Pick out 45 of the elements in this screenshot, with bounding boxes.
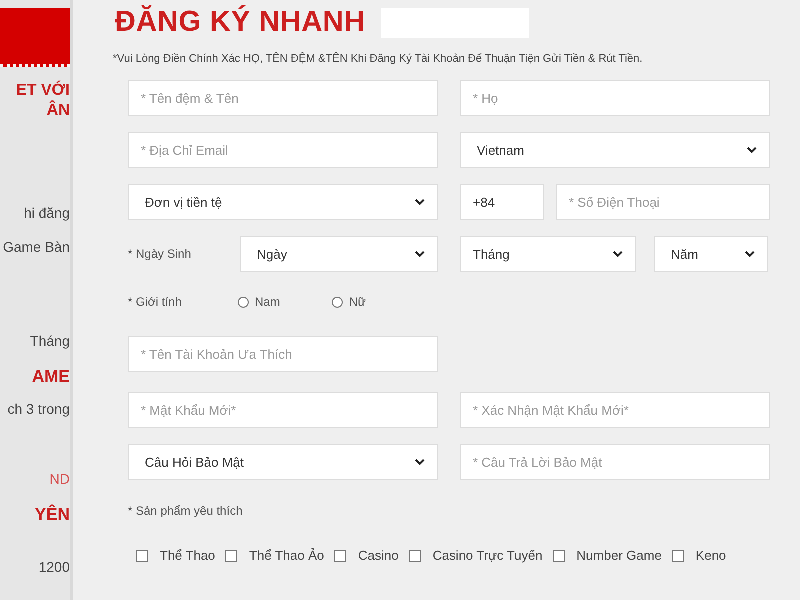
chevron-icon <box>415 250 425 258</box>
currency-select[interactable]: Đơn vị tiền tệ <box>128 184 438 220</box>
sidebar-heading: ET VỚI <box>16 81 70 100</box>
last-name-field[interactable]: * Họ <box>460 80 770 116</box>
gender-radio[interactable]: Nam <box>238 295 280 309</box>
product-checkbox[interactable]: Casino <box>334 548 399 563</box>
country-select[interactable]: Vietnam <box>460 132 770 168</box>
product-checkbox[interactable]: Casino Trực Tuyến <box>408 548 543 563</box>
sidebar-text: ch 3 trong <box>8 401 70 417</box>
year-select[interactable]: Năm <box>654 236 768 272</box>
day-select[interactable]: Ngày <box>240 236 438 272</box>
product-checkbox[interactable]: Keno <box>672 548 726 563</box>
sidebar-text: Game Bàn <box>3 239 70 255</box>
sidebar-heading: ÂN <box>46 101 70 121</box>
security-answer-field[interactable]: * Câu Trả Lời Bảo Mật <box>460 444 770 480</box>
product-checkbox[interactable]: Thể Thao Ảo <box>225 548 324 563</box>
products-label: * Sản phẩm yêu thích <box>128 504 244 518</box>
chevron-icon <box>415 458 425 466</box>
product-checkbox[interactable]: Thể Thao <box>136 548 216 563</box>
notice-text: *Vui Lòng Điền Chính Xác HỌ, TÊN ĐỆM &TÊN Khi Đăng Ký Tài Khoản Để Thuận Tiện Gửi Tiền & Rút Tiền. <box>113 53 644 65</box>
chevron-icon <box>747 146 757 154</box>
product-checkbox[interactable]: Number Game <box>552 548 662 563</box>
sidebar-text: YÊN <box>35 505 70 525</box>
month-select[interactable]: Tháng <box>460 236 636 272</box>
sidebar-text: AME <box>32 367 70 387</box>
chevron-icon <box>745 250 755 258</box>
email-field[interactable]: * Địa Chỉ Email <box>128 132 438 168</box>
security-question-select[interactable]: Câu Hỏi Bảo Mật <box>128 444 438 480</box>
gender-radio[interactable]: Nữ <box>332 295 366 309</box>
ribbon-banner <box>0 8 70 67</box>
birthday-label: * Ngày Sinh <box>128 247 192 261</box>
phone-code-field[interactable]: +84 <box>460 184 544 220</box>
form-title: ĐĂNG KÝ NHANH <box>115 6 366 39</box>
gender-label: * Giới tính <box>128 295 183 309</box>
phone-field[interactable]: * Số Điện Thoại <box>556 184 770 220</box>
confirm-password-field[interactable]: * Xác Nhận Mật Khẩu Mới* <box>460 392 770 428</box>
sidebar-text: Tháng <box>30 333 70 349</box>
chevron-icon <box>415 198 425 206</box>
sidebar-text: hi đăng <box>24 205 70 221</box>
first-name-field[interactable]: * Tên đệm & Tên <box>128 80 438 116</box>
username-field[interactable]: * Tên Tài Khoản Ưa Thích <box>128 336 438 372</box>
sidebar-text: ND <box>50 471 70 487</box>
sidebar-text: 1200 <box>38 559 70 575</box>
chevron-icon <box>613 250 623 258</box>
password-field[interactable]: * Mật Khẩu Mới* <box>128 392 438 428</box>
